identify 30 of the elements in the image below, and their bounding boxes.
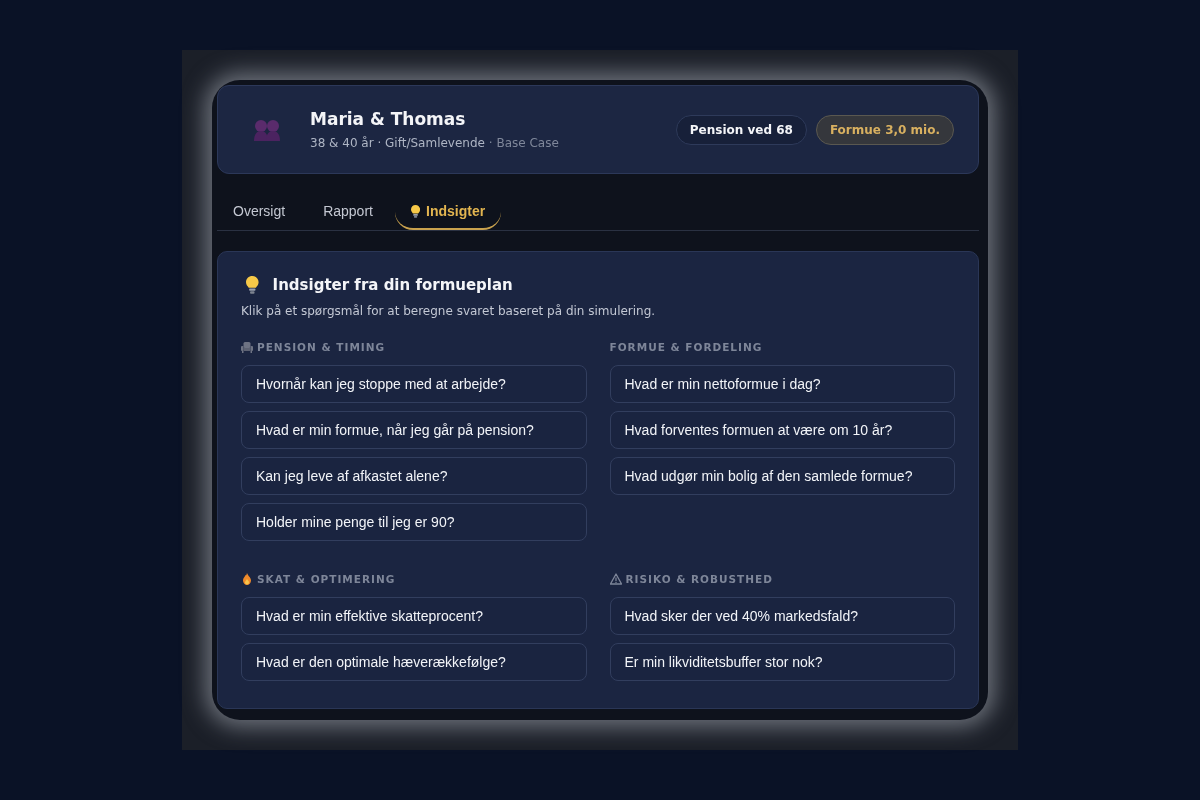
warning-icon bbox=[609, 573, 622, 585]
tab[interactable]: Rapport bbox=[307, 194, 389, 230]
question-button[interactable]: Hvad forventes formuen at være om 10 år? bbox=[609, 411, 955, 449]
question-button[interactable]: Hvad udgør min bolig af den samlede formue? bbox=[609, 457, 955, 495]
question-button[interactable]: Hvad er min nettoformue i dag? bbox=[609, 365, 955, 403]
profile-details: 38 & 40 år · Gift/Samlevende · Base Case bbox=[310, 136, 560, 150]
section-label: FORMUE & FORDELING bbox=[609, 341, 763, 353]
panel-title: Indsigter fra din formueplan bbox=[272, 276, 513, 294]
people-icon bbox=[253, 118, 281, 141]
question-button[interactable]: Holder mine penge til jeg er 90? bbox=[241, 503, 587, 541]
question-button[interactable]: Hvad sker der ved 40% markedsfald? bbox=[609, 597, 955, 635]
armchair-icon bbox=[241, 341, 253, 353]
section-label: RISIKO & ROBUSTHED bbox=[625, 573, 773, 585]
profile-name: Maria & Thomas bbox=[310, 109, 467, 129]
flame-icon bbox=[241, 573, 253, 585]
lightbulb-icon bbox=[246, 276, 259, 294]
lightbulb-icon bbox=[410, 204, 421, 218]
question-button[interactable]: Hvornår kan jeg stoppe med at arbejde? bbox=[241, 365, 587, 403]
question-button[interactable]: Hvad er min formue, når jeg går på pension? bbox=[241, 411, 587, 449]
panel-subtitle: Klik på et spørgsmål for at beregne svaret baseret på din simulering. bbox=[241, 304, 657, 318]
question-button[interactable]: Kan jeg leve af afkastet alene? bbox=[241, 457, 587, 495]
question-button[interactable]: Hvad er min effektive skatteprocent? bbox=[241, 597, 587, 635]
summary-badge: Formue 3,0 mio. bbox=[815, 114, 954, 145]
question-button[interactable]: Er min likviditetsbuffer stor nok? bbox=[609, 643, 955, 681]
section-label: SKAT & OPTIMERING bbox=[257, 573, 396, 585]
tab[interactable]: Indsigter bbox=[394, 194, 502, 230]
section-label: PENSION & TIMING bbox=[257, 341, 386, 353]
summary-badge: Pension ved 68 bbox=[675, 114, 807, 145]
tab[interactable]: Oversigt bbox=[217, 194, 302, 230]
question-button[interactable]: Hvad er den optimale hæverækkefølge? bbox=[241, 643, 587, 681]
